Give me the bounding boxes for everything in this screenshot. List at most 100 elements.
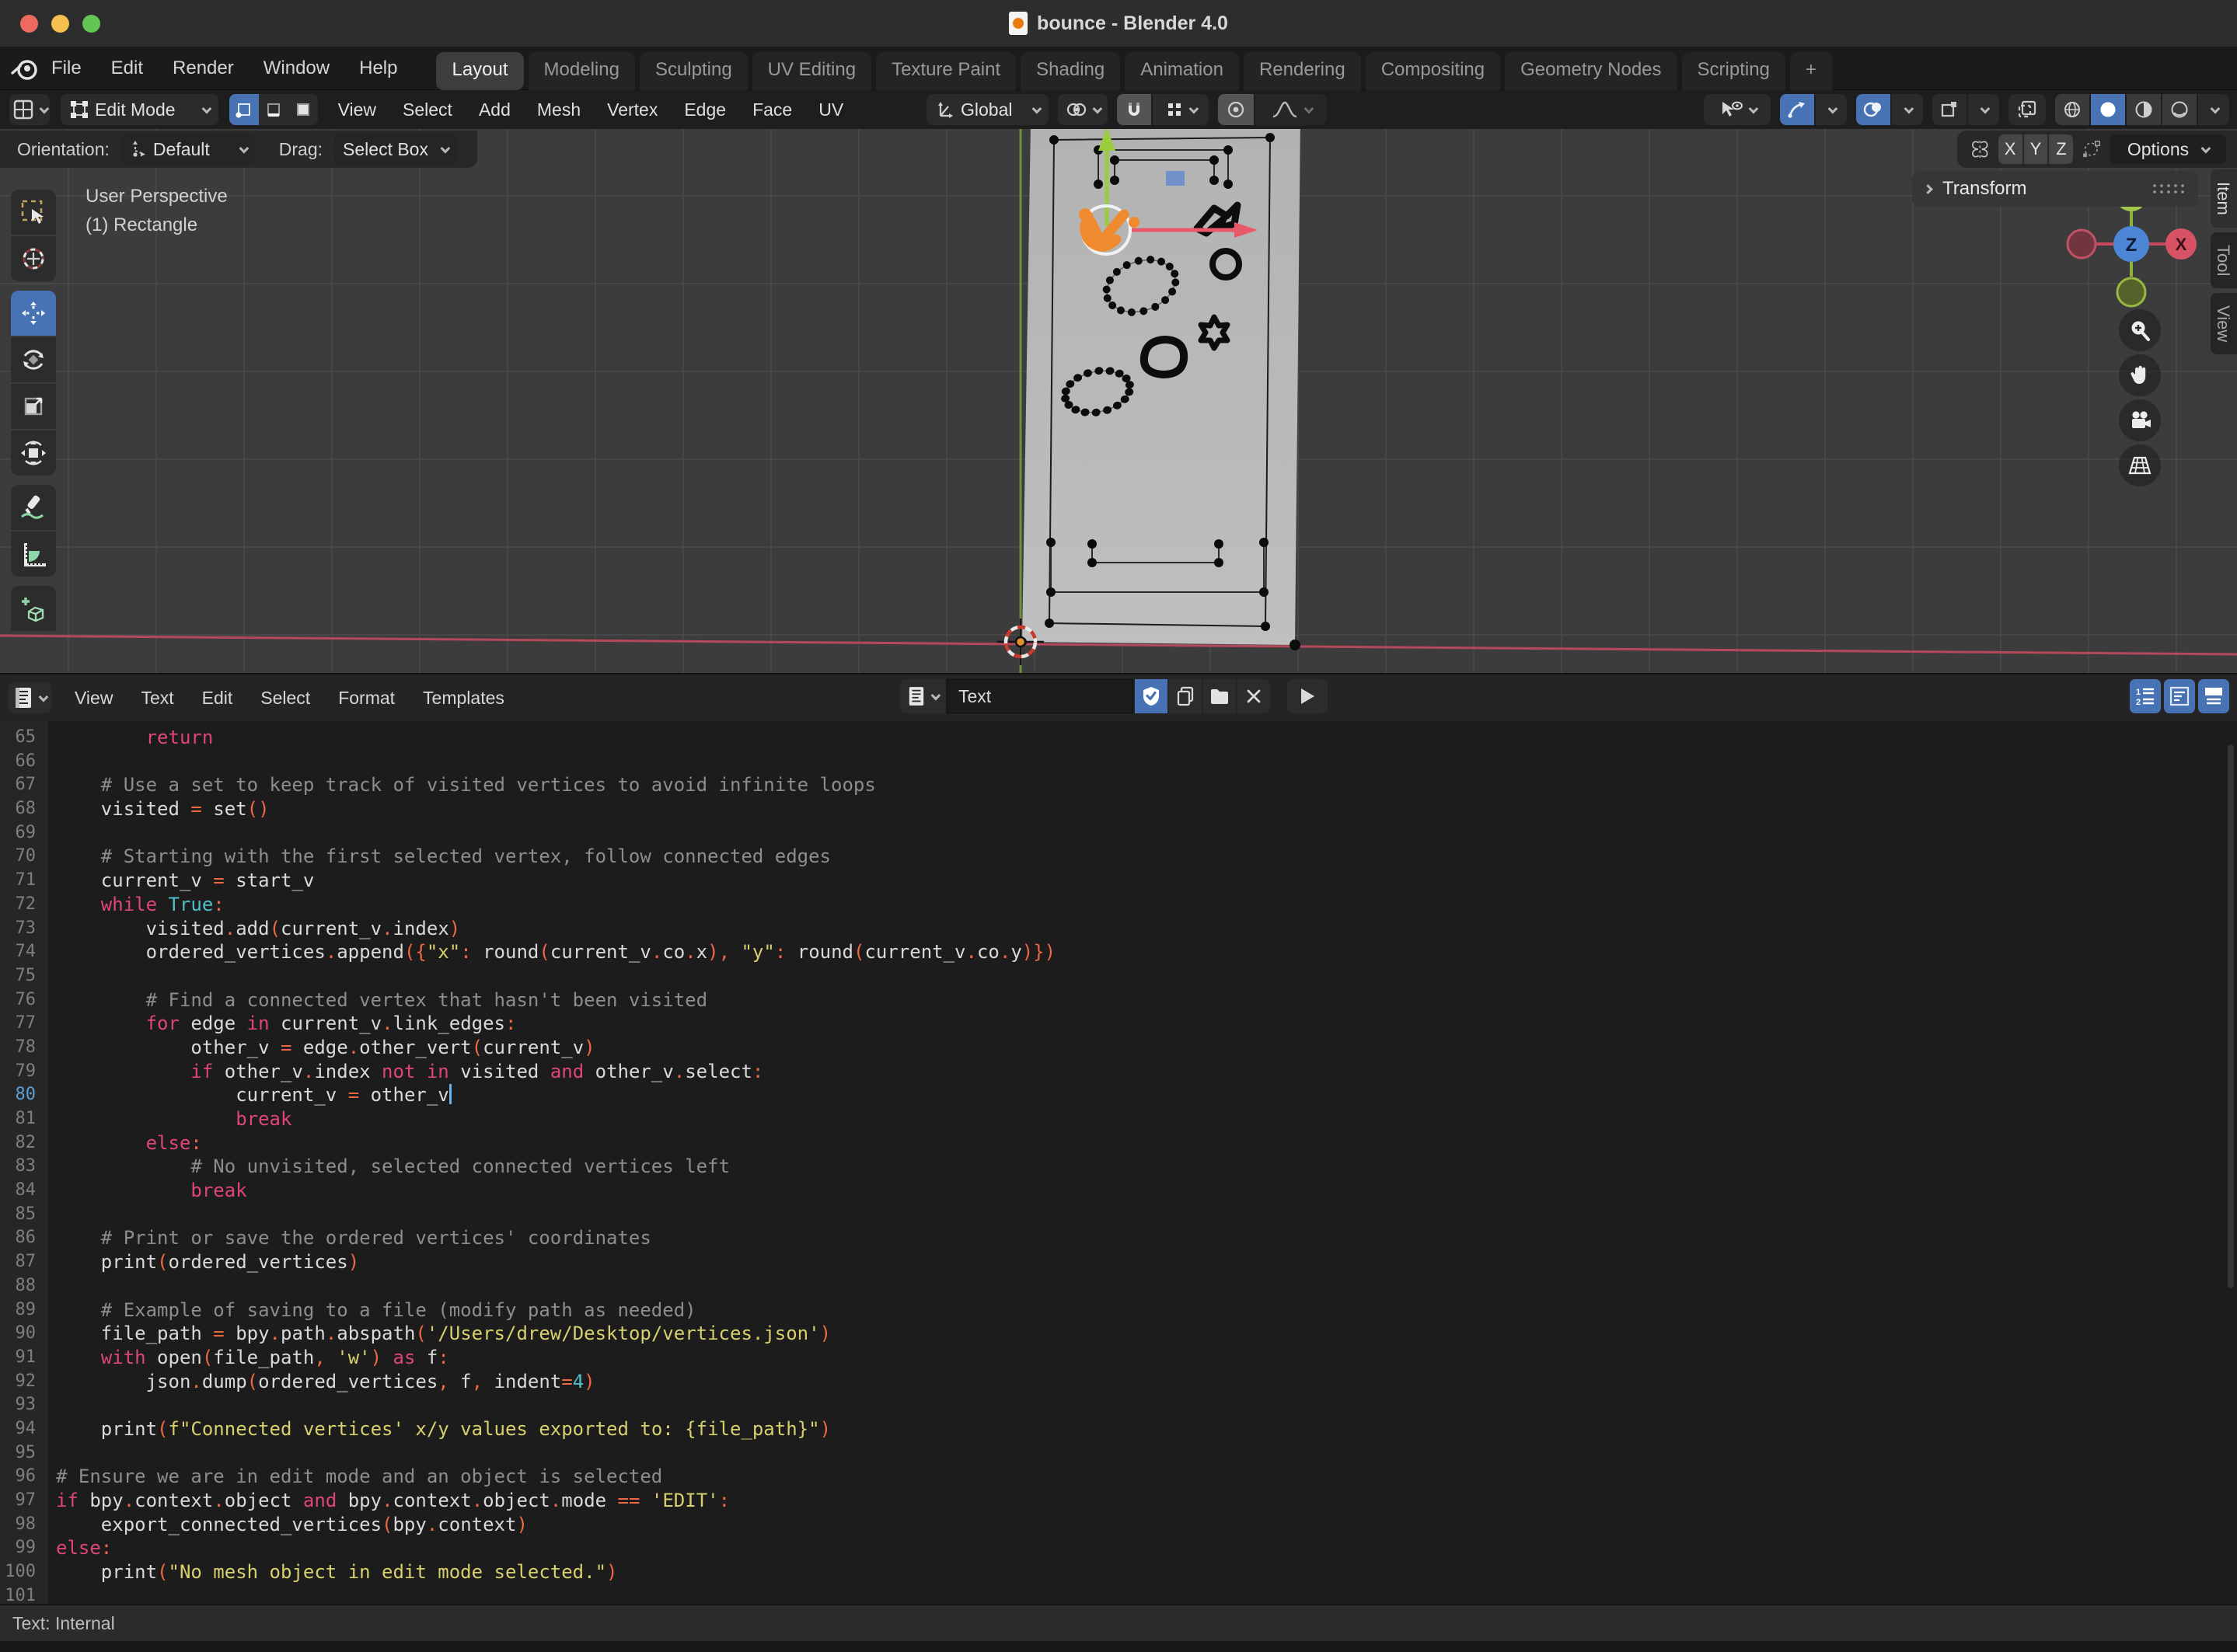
code-line-85[interactable]: 85 [0,1203,2237,1227]
sidebar-tab-view[interactable]: View [2211,293,2237,355]
code-line-82[interactable]: 82 else: [0,1131,2237,1155]
text-menu-view[interactable]: View [75,688,113,709]
text-name-field[interactable]: Text [947,679,1133,713]
code-line-84[interactable]: 84 break [0,1179,2237,1203]
shading-wireframe-button[interactable] [2055,94,2089,125]
editor-type-button[interactable] [9,94,50,125]
workspace-tab-layout[interactable]: Layout [436,51,524,90]
code-line-70[interactable]: 70 # Starting with the first selected ve… [0,845,2237,869]
menu-edit[interactable]: Edit [111,58,143,79]
pivot-point-dropdown[interactable] [1058,94,1108,125]
viewport-3d[interactable]: Edit Mode View Select Add Mesh Vertex Edge Fac… [0,90,2237,673]
nav-axis-x-negative[interactable] [2066,228,2097,260]
viewport-menu-view[interactable]: View [338,99,376,120]
nav-axis-y-negative[interactable] [2116,277,2147,308]
workspace-tab-geometry-nodes[interactable]: Geometry Nodes [1505,51,1677,90]
show-gizmo-button[interactable] [1780,94,1814,125]
sidebar-tab-item[interactable]: Item [2211,169,2237,228]
shading-material-button[interactable] [2127,94,2161,125]
proportional-editing-button[interactable] [1218,94,1255,125]
drag-orientation-dropdown[interactable]: Default [120,134,256,164]
menu-help[interactable]: Help [359,58,397,79]
code-line-89[interactable]: 89 # Example of saving to a file (modify… [0,1298,2237,1323]
fake-user-button[interactable] [1135,679,1167,713]
code-line-78[interactable]: 78 other_v = edge.other_vert(current_v) [0,1036,2237,1060]
browse-text-button[interactable] [900,679,945,713]
shading-solid-button[interactable] [2091,94,2125,125]
panel-expand-icon[interactable] [1923,183,1933,194]
code-line-96[interactable]: 96 # Ensure we are in edit mode and an ob… [0,1465,2237,1489]
tool-cursor[interactable] [11,236,56,281]
code-line-99[interactable]: 99 else: [0,1536,2237,1560]
shading-rendered-button[interactable] [2162,94,2197,125]
toggle-xray-button[interactable] [1932,94,1967,125]
menu-file[interactable]: File [51,58,82,79]
workspace-tab-texture-paint[interactable]: Texture Paint [876,51,1017,90]
code-line-94[interactable]: 94 print(f"Connected vertices' x/y value… [0,1417,2237,1441]
tool-options-dropdown[interactable]: Options [2110,134,2226,164]
minimize-window-button[interactable] [51,15,69,33]
code-line-65[interactable]: 65 return [0,726,2237,750]
code-line-77[interactable]: 77 for edge in current_v.link_edges: [0,1012,2237,1036]
xray-settings-dropdown[interactable] [1968,94,1999,125]
tool-annotate[interactable] [11,485,56,530]
vertex-select-button[interactable] [229,94,259,125]
tool-scale[interactable] [11,384,56,429]
selected-face[interactable] [1166,171,1185,186]
text-menu-select[interactable]: Select [260,688,310,709]
edge-select-button[interactable] [258,94,288,125]
workspace-tab-compositing[interactable]: Compositing [1365,51,1501,90]
shading-settings-dropdown[interactable] [2198,94,2229,125]
tool-rotate[interactable] [11,337,56,382]
code-line-100[interactable]: 100 print("No mesh object in edit mode s… [0,1560,2237,1584]
code-editor[interactable]: 65 return 66 67 # Use a set to keep track … [0,721,2237,1604]
code-line-71[interactable]: 71 current_v = start_v [0,869,2237,893]
code-line-86[interactable]: 86 # Print or save the ordered vertices'… [0,1226,2237,1250]
duplicate-text-button[interactable] [1169,679,1202,713]
word-wrap-toggle[interactable] [2164,679,2195,713]
face-select-button[interactable] [288,94,318,125]
tool-box-select[interactable] [11,190,56,235]
mode-dropdown[interactable]: Edit Mode [61,94,218,125]
snap-settings-dropdown[interactable] [1153,94,1209,125]
viewport-menu-uv[interactable]: UV [818,99,843,120]
code-line-88[interactable]: 88 [0,1274,2237,1298]
sidebar-tab-tool[interactable]: Tool [2211,232,2237,289]
code-line-69[interactable]: 69 [0,821,2237,845]
code-line-73[interactable]: 73 visited.add(current_v.index) [0,917,2237,941]
syntax-highlight-toggle[interactable] [2198,679,2229,713]
workspace-tab-scripting[interactable]: Scripting [1681,51,1785,90]
panel-drag-grip-icon[interactable] [2151,183,2186,195]
mesh-plane[interactable] [1017,114,1305,650]
code-line-79[interactable]: 79 if other_v.index not in visited and o… [0,1060,2237,1084]
text-menu-templates[interactable]: Templates [423,688,504,709]
code-line-76[interactable]: 76 # Find a connected vertex that hasn't… [0,988,2237,1012]
tool-transform[interactable] [11,430,56,476]
code-line-91[interactable]: 91 with open(file_path, 'w') as f: [0,1346,2237,1370]
unlink-text-button[interactable] [1237,679,1270,713]
transform-panel-header[interactable]: Transform [1912,171,2198,207]
overlays-settings-dropdown[interactable] [1892,94,1923,125]
mirror-axis-x[interactable]: X [1998,134,2022,164]
viewport-menu-edge[interactable]: Edge [684,99,726,120]
drag-mode-dropdown[interactable]: Select Box [333,134,457,164]
workspace-tab-sculpting[interactable]: Sculpting [639,51,748,90]
code-line-72[interactable]: 72 while True: [0,893,2237,917]
workspace-tab-modeling[interactable]: Modeling [528,51,635,90]
open-text-button[interactable] [1203,679,1236,713]
workspace-tab-rendering[interactable]: Rendering [1243,51,1361,90]
viewport-menu-vertex[interactable]: Vertex [607,99,658,120]
editor-type-button-text[interactable] [8,682,51,713]
mirror-axis-z[interactable]: Z [2049,134,2074,164]
show-overlays-button[interactable] [1856,94,1890,125]
code-line-74[interactable]: 74 ordered_vertices.append({"x": round(c… [0,940,2237,964]
code-line-101[interactable]: 101 [0,1584,2237,1604]
tool-measure[interactable] [11,531,56,577]
code-line-67[interactable]: 67 # Use a set to keep track of visited … [0,773,2237,797]
menu-window[interactable]: Window [263,58,330,79]
snap-toggle-button[interactable] [1117,94,1152,125]
line-numbers-toggle[interactable]: 1 2 [2130,679,2161,713]
transform-orientation-dropdown[interactable]: Global [927,94,1049,125]
code-line-66[interactable]: 66 [0,750,2237,774]
tool-add-primitive[interactable] [11,586,56,631]
